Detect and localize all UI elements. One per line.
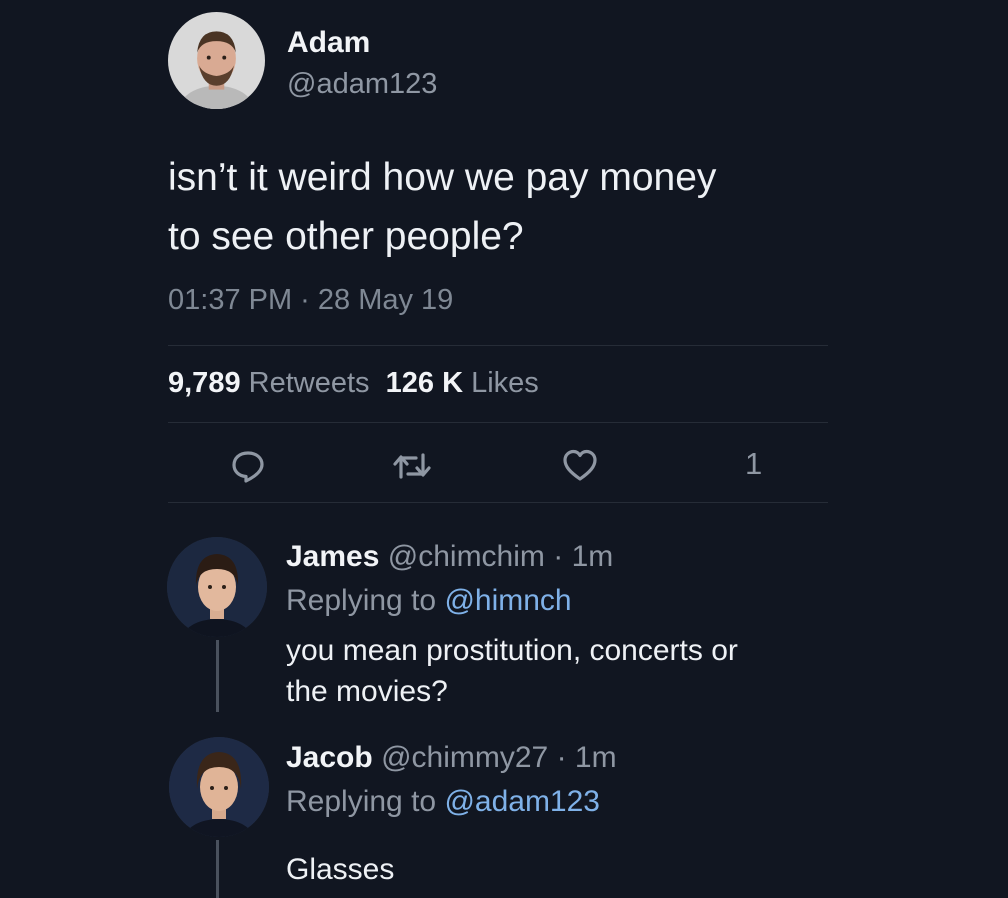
tweet-text-line: isn’t it weird how we pay money (168, 156, 717, 199)
replying-mention[interactable]: @adam123 (444, 785, 600, 818)
reply-avatar-image (167, 537, 267, 637)
replying-mention[interactable]: @himnch (444, 584, 571, 617)
divider (168, 502, 828, 503)
share-count[interactable]: 1 (745, 446, 762, 482)
replying-to: Replying to @adam123 (286, 785, 600, 819)
like-icon[interactable] (562, 448, 598, 482)
tweet-text-line: to see other people? (168, 215, 524, 258)
reply-header: James @chimchim · 1m (286, 540, 613, 574)
reply-time[interactable]: · 1m (553, 540, 613, 573)
reply-header: Jacob @chimmy27 · 1m (286, 741, 617, 775)
reply-avatar-image (169, 737, 269, 837)
author-handle[interactable]: @adam123 (287, 68, 437, 101)
replying-to: Replying to @himnch (286, 584, 572, 618)
reply-avatar[interactable] (167, 537, 267, 637)
reply-text-line: the movies? (286, 675, 448, 708)
tweet-text: isn’t it weird how we pay money to see o… (168, 148, 868, 266)
like-label: Likes (471, 367, 539, 399)
tweet-stats: 9,789 Retweets 126 K Likes (168, 367, 539, 400)
replying-prefix: Replying to (286, 584, 437, 617)
replying-prefix: Replying to (286, 785, 437, 818)
retweet-count: 9,789 (168, 367, 241, 399)
reply-author-handle[interactable]: @chimmy27 (381, 741, 548, 774)
author-avatar-image (168, 12, 265, 109)
retweet-icon[interactable] (392, 450, 432, 482)
reply-text: you mean prostitution, concerts or the m… (286, 630, 846, 712)
divider (168, 345, 828, 346)
thread-line (216, 840, 219, 898)
reply-author-name[interactable]: James (286, 540, 379, 573)
retweet-label: Retweets (248, 367, 370, 399)
retweet-stat[interactable]: 9,789 Retweets (168, 367, 370, 399)
tweet-timestamp[interactable]: 01:37 PM · 28 May 19 (168, 284, 453, 317)
like-stat[interactable]: 126 K Likes (386, 367, 539, 399)
reply-text-line: you mean prostitution, concerts or (286, 634, 738, 667)
reply-author-handle[interactable]: @chimchim (388, 540, 545, 573)
reply-time[interactable]: · 1m (557, 741, 617, 774)
reply-author-name[interactable]: Jacob (286, 741, 373, 774)
reply-text-line: Glasses (286, 853, 395, 886)
author-name[interactable]: Adam (287, 26, 370, 60)
reply-avatar[interactable] (169, 737, 269, 837)
reply-text: Glasses (286, 849, 846, 890)
like-count: 126 K (385, 367, 464, 399)
author-avatar[interactable] (168, 12, 265, 109)
thread-line (216, 640, 219, 712)
divider (168, 422, 828, 423)
reply-icon[interactable] (230, 448, 266, 484)
